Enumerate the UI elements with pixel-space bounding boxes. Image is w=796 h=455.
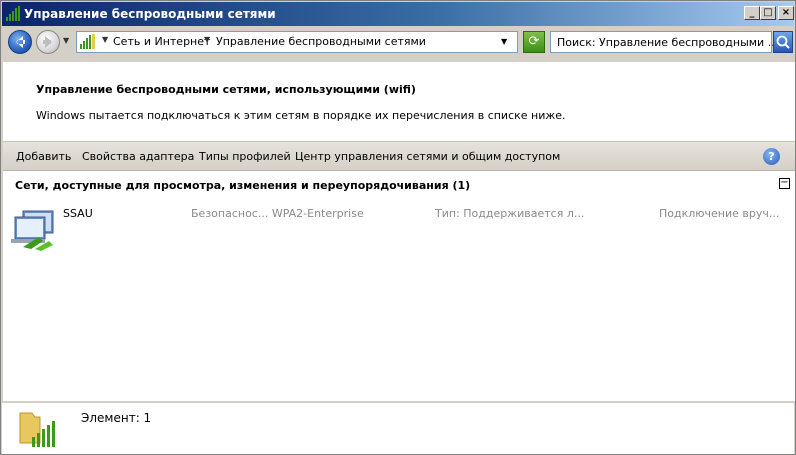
group-heading: Сети, доступные для просмотра, изменения… — [15, 179, 471, 192]
network-signal-icon — [80, 34, 95, 49]
window-title: Управление беспроводными сетями — [24, 7, 276, 21]
arrow-right-icon — [43, 36, 52, 48]
search-input[interactable]: Поиск: Управление беспроводными ... — [550, 31, 778, 53]
header-area: Управление беспроводными сетями, использ… — [3, 62, 795, 141]
network-name: SSAU — [63, 207, 93, 220]
arrow-left-icon — [16, 36, 25, 48]
main-content: Управление беспроводными сетями, использ… — [3, 62, 795, 401]
address-bar[interactable]: ▼ Сеть и Интернет ▼ Управление беспровод… — [76, 31, 518, 53]
profile-types-button[interactable]: Типы профилей — [199, 150, 291, 163]
search-placeholder: Поиск: Управление беспроводными ... — [557, 36, 779, 49]
network-type: Тип: Поддерживается л... — [435, 207, 585, 220]
page-title: Управление беспроводными сетями, использ… — [36, 83, 416, 96]
network-row[interactable]: SSAU Безопаснос... WPA2-Enterprise Тип: … — [9, 203, 789, 253]
forward-button[interactable] — [36, 30, 60, 54]
network-security: Безопаснос... WPA2-Enterprise — [191, 207, 364, 220]
folder-signal-icon — [19, 412, 55, 447]
navigation-bar: ▼ ▼ Сеть и Интернет ▼ Управление беспров… — [2, 26, 794, 58]
refresh-icon: ⟳ — [528, 34, 540, 49]
back-button[interactable] — [8, 30, 32, 54]
maximize-button[interactable]: □ — [760, 6, 776, 20]
window: Управление беспроводными сетями _ □ × ▼ — [0, 0, 796, 455]
help-icon[interactable]: ? — [763, 148, 780, 165]
network-connection-mode: Подключение вруч... — [659, 207, 780, 220]
title-bar[interactable]: Управление беспроводными сетями _ □ × — [2, 2, 794, 26]
history-dropdown-icon[interactable]: ▼ — [63, 36, 73, 46]
close-button[interactable]: × — [778, 6, 794, 20]
refresh-button[interactable]: ⟳ — [523, 31, 545, 53]
add-button[interactable]: Добавить — [16, 150, 71, 163]
minimize-button[interactable]: _ — [744, 6, 760, 20]
breadcrumb-arrow-icon[interactable]: ▼ — [102, 35, 108, 44]
collapse-icon[interactable]: − — [779, 178, 790, 189]
command-toolbar: Добавить Свойства адаптера Типы профилей… — [3, 141, 795, 171]
network-center-button[interactable]: Центр управления сетями и общим доступом — [295, 150, 560, 163]
adapter-properties-button[interactable]: Свойства адаптера — [82, 150, 194, 163]
breadcrumb-item[interactable]: Управление беспроводными сетями — [216, 35, 426, 48]
wireless-network-icon — [11, 210, 54, 251]
search-button[interactable] — [773, 31, 793, 53]
breadcrumb-arrow-icon[interactable]: ▼ — [204, 35, 210, 44]
address-dropdown-icon[interactable]: ▼ — [501, 37, 507, 46]
item-count: Элемент: 1 — [81, 411, 152, 425]
status-bar: Элемент: 1 — [2, 402, 794, 454]
search-icon — [776, 35, 790, 49]
page-subtitle: Windows пытается подключаться к этим сет… — [36, 109, 566, 122]
breadcrumb-item[interactable]: Сеть и Интернет — [113, 35, 210, 48]
wireless-signal-icon — [6, 6, 20, 21]
